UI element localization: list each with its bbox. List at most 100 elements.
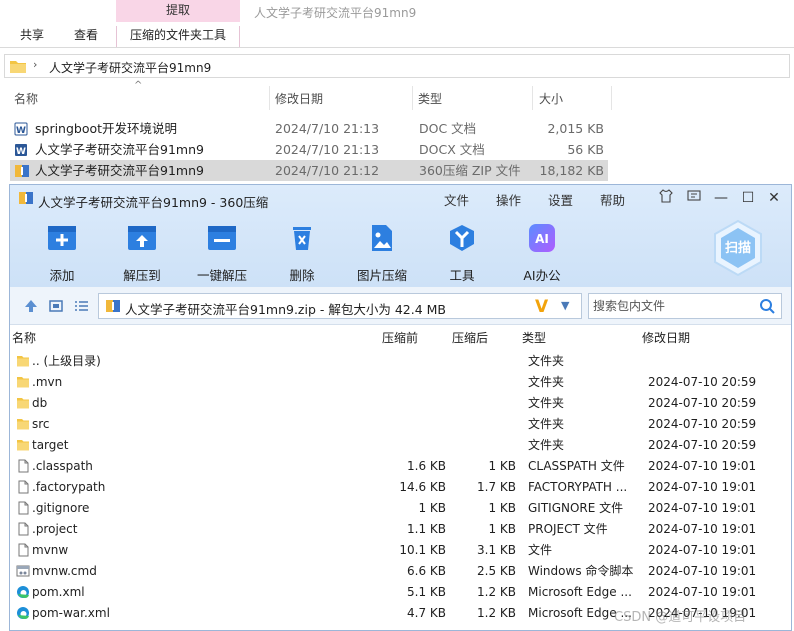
zip-row-name: .factorypath <box>32 480 106 494</box>
up-level-icon[interactable] <box>22 297 40 315</box>
column-divider[interactable] <box>532 86 533 110</box>
zip-row-type: 文件夹 <box>528 438 565 452</box>
zip-row[interactable]: .classpath 1.6 KB 1 KB CLASSPATH 文件 2024-07-… <box>10 456 791 477</box>
column-header-name[interactable]: 名称 <box>14 86 38 112</box>
zip-row[interactable]: .. (上级目录) 文件夹 <box>10 351 791 372</box>
zip-row-type: 文件夹 <box>528 354 565 368</box>
zip-path-text: 人文学子考研交流平台91mn9.zip - 解包大小为 42.4 MB <box>125 302 446 317</box>
close-icon[interactable]: ✕ <box>765 189 783 207</box>
column-header-modified[interactable]: 修改日期 <box>642 326 690 350</box>
file-size: 56 KB <box>567 142 604 157</box>
zip-navigation-bar: 人文学子考研交流平台91mn9.zip - 解包大小为 42.4 MB V ▼ <box>10 287 791 325</box>
column-divider[interactable] <box>412 86 413 110</box>
file-size: 18,182 KB <box>539 163 604 178</box>
menu-file[interactable]: 文件 <box>444 190 469 209</box>
tab-share[interactable]: 共享 <box>20 26 44 48</box>
file-row[interactable]: W springboot开发环境说明 2024/7/10 21:13 DOC 文… <box>10 118 608 139</box>
toolbar-image-compress-button[interactable]: 图片压缩 <box>349 223 415 284</box>
toolbar-extract-to-button[interactable]: 解压到 <box>109 223 175 284</box>
zip-row[interactable]: .factorypath 14.6 KB 1.7 KB FACTORYPATH ...… <box>10 477 791 498</box>
tab-view[interactable]: 查看 <box>74 26 98 48</box>
zip-row[interactable]: target 文件夹 2024-07-10 20:59 <box>10 435 791 456</box>
zip-archive-icon <box>106 300 120 312</box>
skin-icon[interactable] <box>657 189 675 207</box>
search-box[interactable] <box>588 293 782 319</box>
image-compress-icon <box>372 225 392 251</box>
tab-compressed-folder-tools[interactable]: 压缩的文件夹工具 <box>116 26 240 48</box>
toolbar-ai-office-button[interactable]: AI AI办公 <box>509 223 575 284</box>
toolbar-tools-button[interactable]: 工具 <box>429 223 495 284</box>
zip-row-packed: 1.2 KB <box>477 606 516 620</box>
column-header-packed[interactable]: 压缩后 <box>452 326 488 350</box>
menu-help[interactable]: 帮助 <box>600 190 625 209</box>
column-divider[interactable] <box>611 86 612 110</box>
search-icon[interactable] <box>759 298 775 314</box>
zip-column-header: 名称 压缩前 压缩后 类型 修改日期 <box>10 326 791 350</box>
zip-path-field[interactable]: 人文学子考研交流平台91mn9.zip - 解包大小为 42.4 MB V ▼ <box>98 293 582 319</box>
zip-row-type: 文件夹 <box>528 375 565 389</box>
zip-row-compressed: 10.1 KB <box>399 543 446 557</box>
extract-to-icon <box>128 226 156 250</box>
zip-header: 人文学子考研交流平台91mn9 - 360压缩 文件 操作 设置 帮助 — ☐ … <box>10 185 791 287</box>
zip-row[interactable]: db 文件夹 2024-07-10 20:59 <box>10 393 791 414</box>
zip-row-modified: 2024-07-10 19:01 <box>648 459 757 473</box>
zip-row-packed: 1 KB <box>488 459 516 473</box>
menu-operate[interactable]: 操作 <box>496 190 521 209</box>
zip-row-name: target <box>32 438 69 452</box>
ribbon-context-extract[interactable]: 提取 <box>116 0 240 22</box>
file-row[interactable]: W 人文学子考研交流平台91mn9 2024/7/10 21:13 DOCX 文… <box>10 139 608 160</box>
zip-row[interactable]: mvnw.cmd 6.6 KB 2.5 KB Windows 命令脚本 2024-07-… <box>10 561 791 582</box>
zip-row-type: 文件夹 <box>528 396 565 410</box>
explorer-ribbon: 提取 人文学子考研交流平台91mn9 共享 查看 压缩的文件夹工具 <box>0 0 794 48</box>
dropdown-triangle-icon[interactable]: ▼ <box>561 299 569 312</box>
toolbar-label: 添加 <box>49 268 75 283</box>
file-name: 人文学子考研交流平台91mn9 <box>35 142 204 157</box>
minimize-icon[interactable]: — <box>712 189 730 207</box>
tools-icon <box>450 225 474 251</box>
column-header-date[interactable]: 修改日期 <box>275 86 323 112</box>
zip-row-name: mvnw.cmd <box>32 564 97 578</box>
toolbar-label: AI办公 <box>523 268 561 283</box>
list-view-icon[interactable] <box>72 297 90 315</box>
zip-row-type: 文件 <box>528 543 553 557</box>
file-row-selected[interactable]: 人文学子考研交流平台91mn9 2024/7/10 21:12 360压缩 ZI… <box>10 160 608 181</box>
zip-row-compressed: 14.6 KB <box>399 480 446 494</box>
zip-row-compressed: 4.7 KB <box>407 606 446 620</box>
zip-row-compressed: 6.6 KB <box>407 564 446 578</box>
feedback-icon[interactable] <box>685 189 703 207</box>
file-size: 2,015 KB <box>547 121 604 136</box>
zip-row[interactable]: src 文件夹 2024-07-10 20:59 <box>10 414 791 435</box>
toolbar-add-button[interactable]: 添加 <box>29 223 95 284</box>
zip-row-name: src <box>32 417 50 431</box>
verified-v-icon[interactable]: V <box>535 297 548 317</box>
address-bar[interactable]: › 人文学子考研交流平台91mn9 <box>4 54 790 78</box>
column-header-compressed[interactable]: 压缩前 <box>382 326 418 350</box>
address-path: 人文学子考研交流平台91mn9 <box>49 61 212 75</box>
file-name: 人文学子考研交流平台91mn9 <box>35 163 204 178</box>
zip-row-modified: 2024-07-10 19:01 <box>648 522 757 536</box>
toolbar-delete-button[interactable]: 删除 <box>269 223 335 284</box>
toolbar-label: 图片压缩 <box>356 268 407 283</box>
zip-row[interactable]: pom.xml 5.1 KB 1.2 KB Microsoft Edge ... 202… <box>10 582 791 603</box>
zip-window: 人文学子考研交流平台91mn9 - 360压缩 文件 操作 设置 帮助 — ☐ … <box>9 184 792 631</box>
maximize-icon[interactable]: ☐ <box>739 189 757 207</box>
column-header-type[interactable]: 类型 <box>418 86 442 112</box>
zip-row[interactable]: .project 1.1 KB 1 KB PROJECT 文件 2024-07-10 1… <box>10 519 791 540</box>
menu-settings[interactable]: 设置 <box>548 190 573 209</box>
zip-row-type: GITIGNORE 文件 <box>528 501 624 515</box>
thumbnail-view-icon[interactable] <box>47 297 65 315</box>
ai-badge-text: AI <box>535 232 549 246</box>
file-date: 2024/7/10 21:13 <box>275 121 380 136</box>
zip-row[interactable]: mvnw 10.1 KB 3.1 KB 文件 2024-07-10 19:01 <box>10 540 791 561</box>
chevron-right-icon[interactable]: › <box>33 58 37 71</box>
column-header-size[interactable]: 大小 <box>539 86 563 112</box>
column-header-type[interactable]: 类型 <box>522 326 546 350</box>
toolbar-one-click-extract-button[interactable]: 一键解压 <box>189 223 255 284</box>
zip-row[interactable]: .mvn 文件夹 2024-07-10 20:59 <box>10 372 791 393</box>
column-divider[interactable] <box>269 86 270 110</box>
zip-row[interactable]: .gitignore 1 KB 1 KB GITIGNORE 文件 2024-07-10… <box>10 498 791 519</box>
search-input[interactable] <box>593 298 753 314</box>
word-doc-icon: W <box>14 122 28 136</box>
column-header-name[interactable]: 名称 <box>12 326 36 350</box>
scan-button[interactable]: 扫描 <box>712 219 764 277</box>
